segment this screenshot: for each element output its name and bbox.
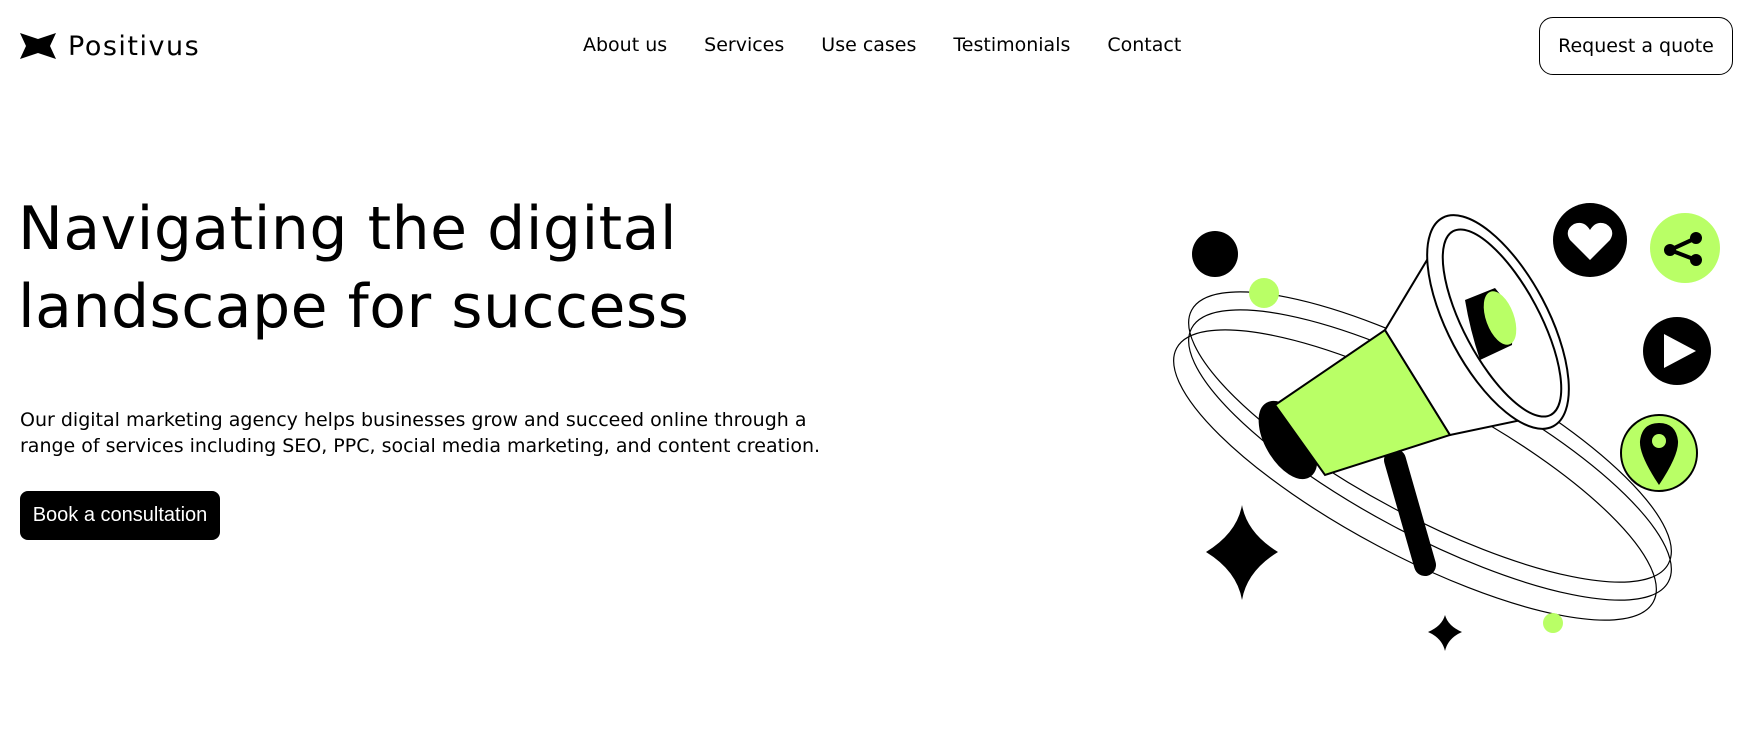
nav-link-services[interactable]: Services [704, 34, 784, 56]
green-dot-decoration [1249, 278, 1279, 308]
hero-title: Navigating the digital landscape for suc… [18, 190, 778, 346]
share-icon [1650, 213, 1720, 283]
play-icon [1643, 317, 1711, 385]
green-dot-small-decoration [1543, 613, 1563, 633]
star-logo-icon [20, 33, 56, 59]
black-dot-decoration [1192, 231, 1238, 277]
site-header: Positivus About us Services Use cases Te… [0, 0, 1737, 94]
nav-link-about-us[interactable]: About us [583, 34, 667, 56]
book-consultation-button[interactable]: Book a consultation [20, 491, 220, 540]
hero-illustration [1173, 203, 1720, 651]
hero-title-line-1: Navigating the digital [18, 194, 678, 264]
sparkle-star-icon [1206, 505, 1278, 600]
nav-link-contact[interactable]: Contact [1107, 34, 1181, 56]
request-quote-button[interactable]: Request a quote [1539, 17, 1733, 75]
heart-icon [1553, 203, 1627, 277]
location-pin-icon [1620, 414, 1698, 492]
nav-link-testimonials[interactable]: Testimonials [953, 34, 1070, 56]
brand-logo[interactable]: Positivus [20, 30, 200, 62]
nav-link-use-cases[interactable]: Use cases [821, 34, 916, 56]
megaphone-icon [1258, 214, 1570, 576]
brand-name: Positivus [68, 30, 201, 62]
main-nav: About us Services Use cases Testimonials… [583, 34, 1181, 56]
hero-title-line-2: landscape for success [18, 272, 690, 342]
small-star-icon [1428, 615, 1462, 651]
hero-description: Our digital marketing agency helps busin… [20, 409, 821, 457]
